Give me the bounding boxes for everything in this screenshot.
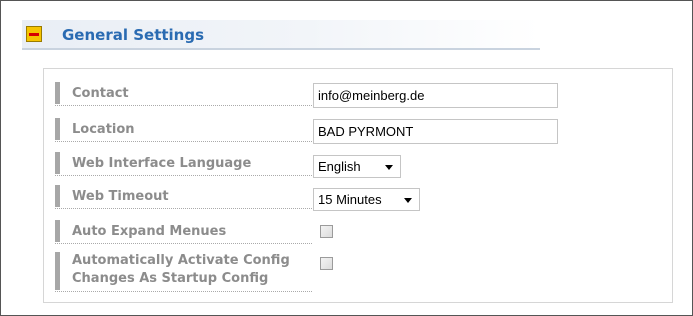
label-marker <box>55 185 60 207</box>
chevron-down-icon <box>385 165 393 170</box>
auto-expand-checkbox[interactable] <box>320 225 333 238</box>
label-marker <box>55 152 60 174</box>
auto-activate-checkbox[interactable] <box>320 257 333 270</box>
auto-expand-label-block: Auto Expand Menues <box>55 220 312 244</box>
label-marker <box>55 82 60 104</box>
contact-label-block: Contact <box>55 82 312 106</box>
timeout-label-block: Web Timeout <box>55 185 312 209</box>
language-select-value: English <box>318 159 361 174</box>
auto-expand-label: Auto Expand Menues <box>72 224 227 239</box>
label-marker <box>55 118 60 140</box>
language-label: Web Interface Language <box>72 156 252 171</box>
location-label: Location <box>72 122 135 137</box>
timeout-label: Web Timeout <box>72 189 169 204</box>
auto-activate-label-line2: Changes As Startup Config <box>72 271 269 286</box>
collapse-section-button[interactable] <box>26 26 42 42</box>
timeout-select[interactable]: 15 Minutes <box>313 188 420 211</box>
label-marker <box>55 220 60 242</box>
auto-activate-label-line1: Automatically Activate Config <box>72 253 290 268</box>
auto-activate-label: Automatically Activate Config Changes As… <box>72 253 290 287</box>
label-marker <box>55 252 60 290</box>
section-title: General Settings <box>62 26 205 44</box>
minus-icon <box>29 33 39 36</box>
chevron-down-icon <box>404 198 412 203</box>
section-header: General Settings <box>22 20 540 50</box>
auto-activate-label-block: Automatically Activate Config Changes As… <box>55 252 312 292</box>
language-select[interactable]: English <box>313 155 401 178</box>
timeout-select-value: 15 Minutes <box>318 192 382 207</box>
contact-label: Contact <box>72 86 129 101</box>
contact-input[interactable]: info@meinberg.de <box>313 83 558 108</box>
location-input[interactable]: BAD PYRMONT <box>313 119 558 144</box>
language-label-block: Web Interface Language <box>55 152 312 176</box>
location-label-block: Location <box>55 118 312 142</box>
